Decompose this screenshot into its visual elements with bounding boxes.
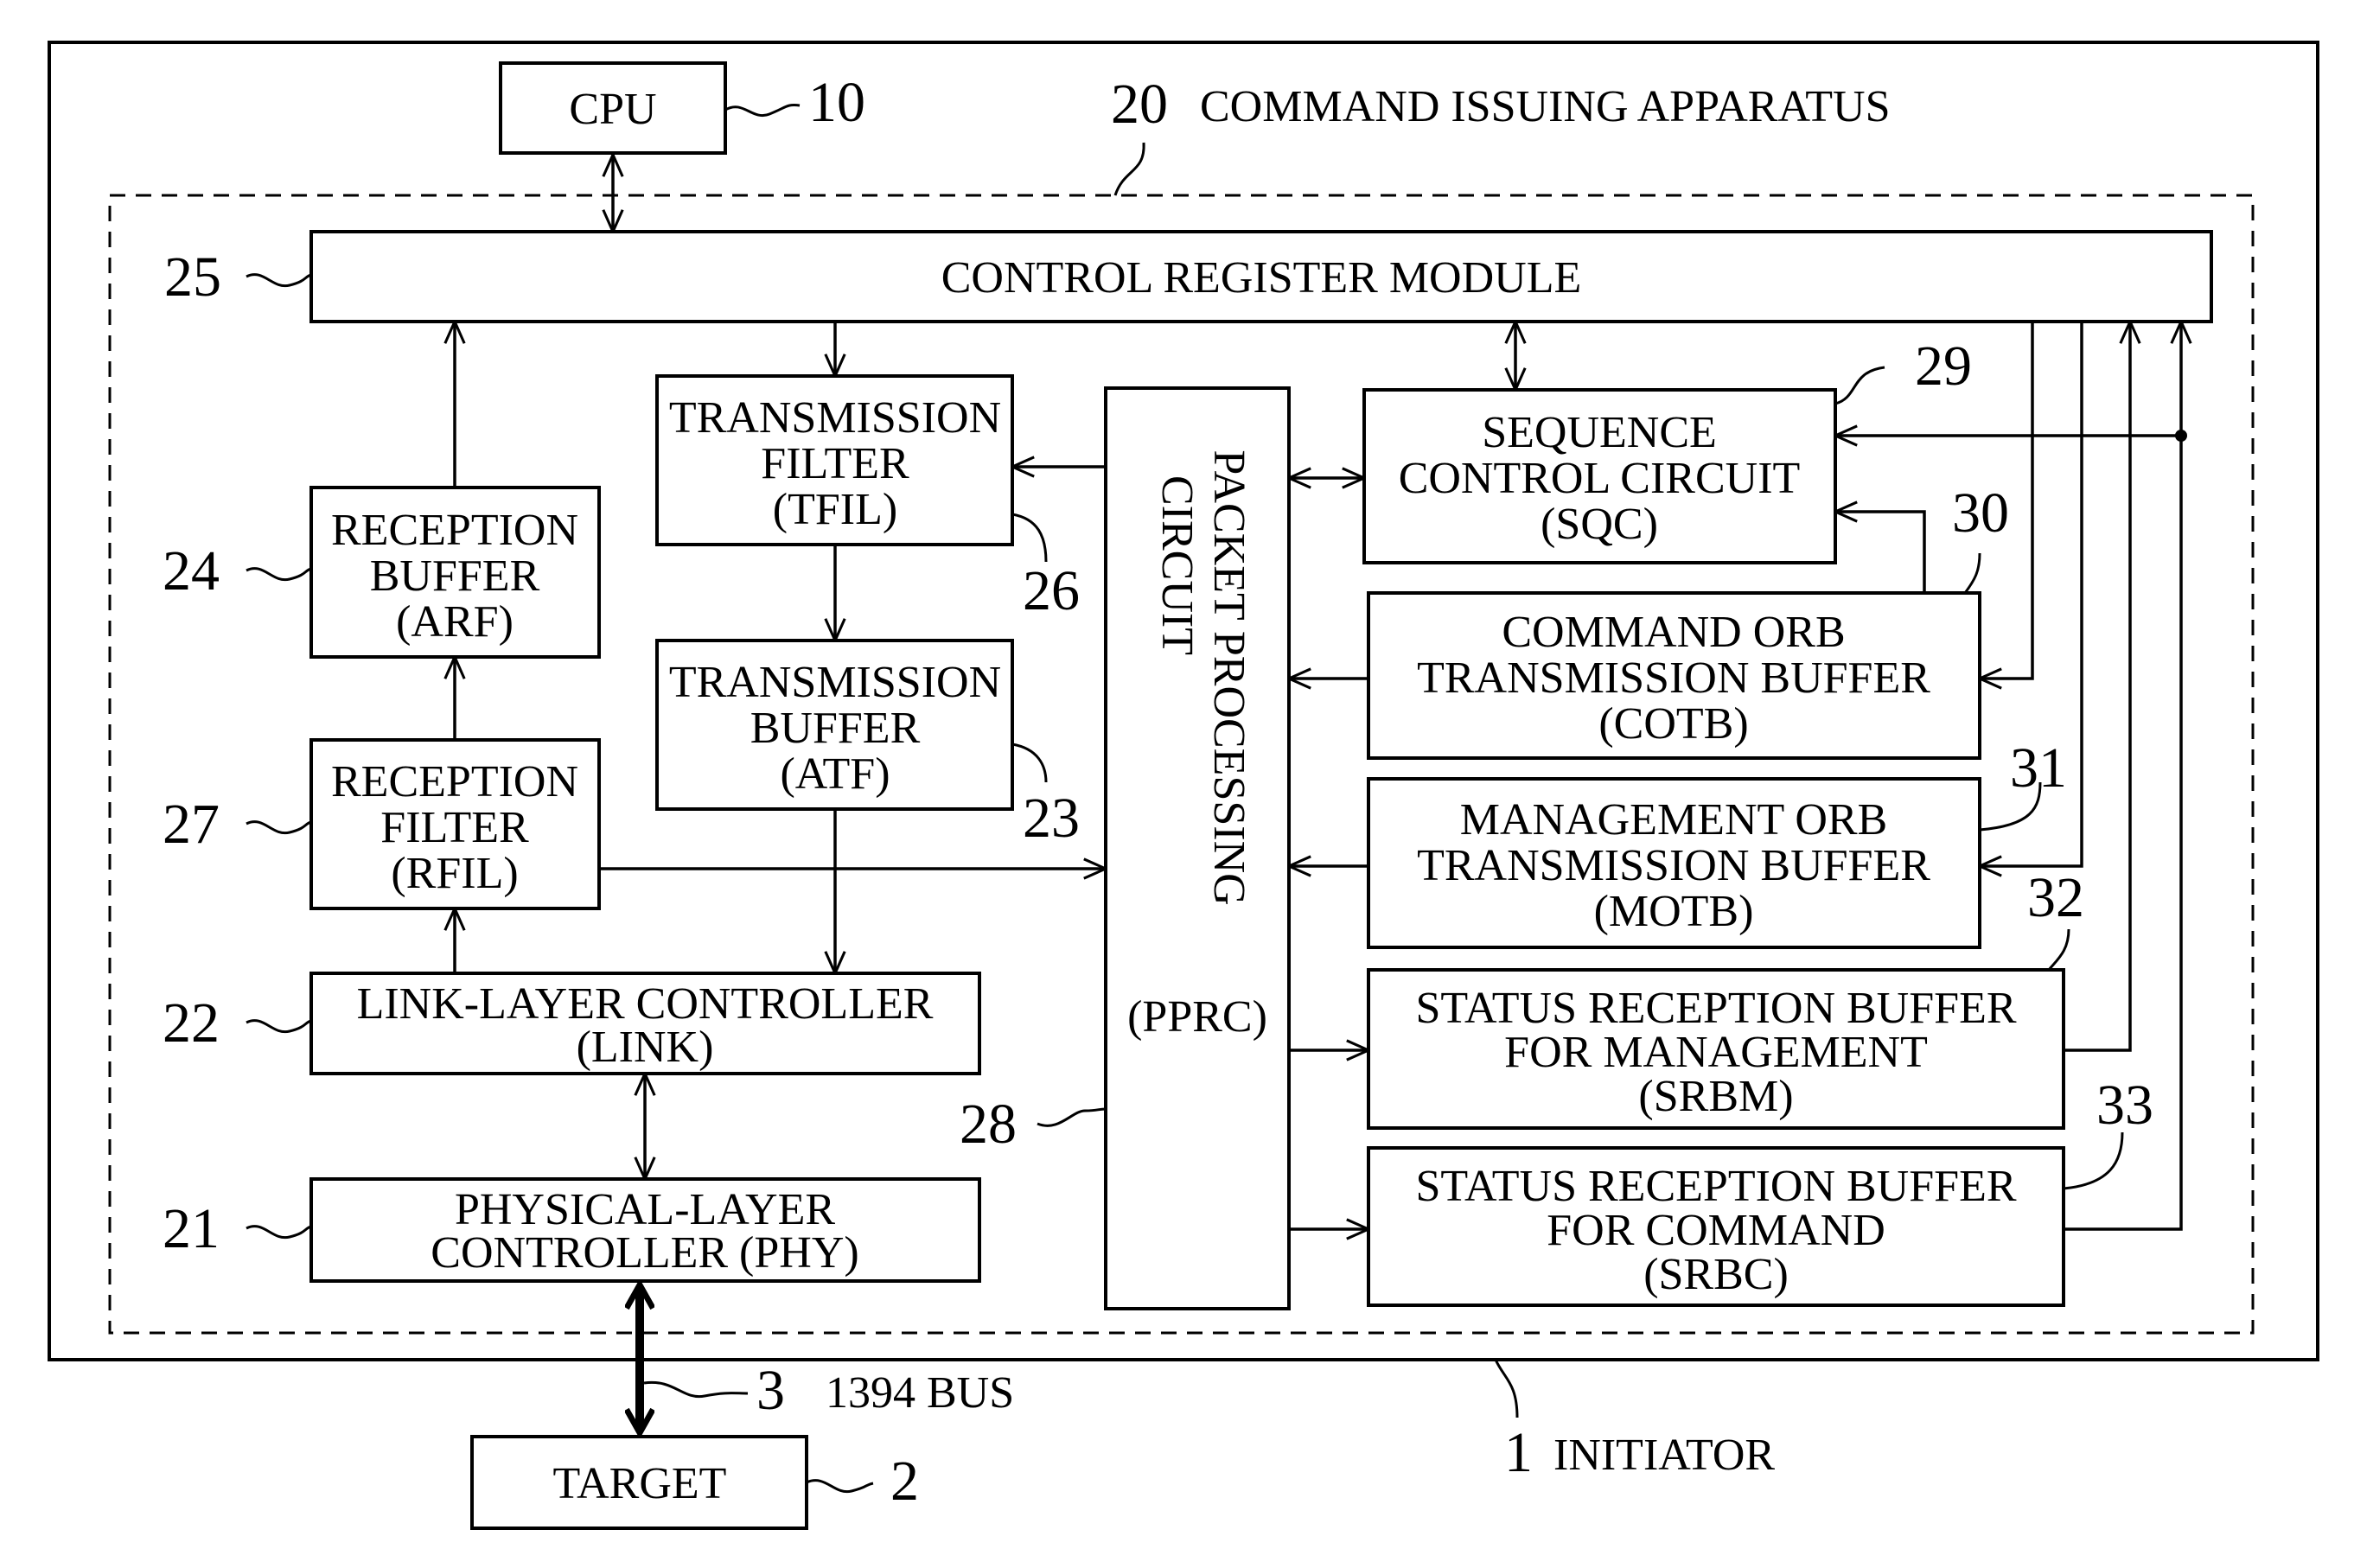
svg-text:TRANSMISSION BUFFER: TRANSMISSION BUFFER <box>1417 653 1930 703</box>
svg-text:TARGET: TARGET <box>553 1459 727 1508</box>
initiator-ref: 1 <box>1504 1421 1533 1484</box>
initiator-label: INITIATOR <box>1553 1431 1775 1480</box>
tfil-block: TRANSMISSION FILTER (TFIL) <box>655 374 1014 546</box>
svg-text:TRANSMISSION: TRANSMISSION <box>669 393 1001 443</box>
phy-ref: 21 <box>163 1197 220 1260</box>
tfil-ref: 26 <box>1023 559 1080 622</box>
svg-text:(MOTB): (MOTB) <box>1594 887 1754 936</box>
srbm-ref: 32 <box>2027 866 2084 929</box>
bus-label: 1394 BUS <box>826 1368 1014 1418</box>
svg-text:PHYSICAL-LAYER: PHYSICAL-LAYER <box>455 1185 835 1234</box>
svg-text:(SRBC): (SRBC) <box>1643 1250 1789 1299</box>
svg-text:(ARF): (ARF) <box>396 597 514 647</box>
cotb-leader <box>1963 552 1981 594</box>
svg-text:MANAGEMENT ORB: MANAGEMENT ORB <box>1460 795 1888 845</box>
crm-ref: 25 <box>164 245 221 309</box>
svg-text:(COTB): (COTB) <box>1598 699 1748 749</box>
srbc-block: STATUS RECEPTION BUFFER FOR COMMAND (SRB… <box>1367 1146 2065 1307</box>
arrow-cotb-to-sqc <box>1835 512 1926 593</box>
svg-text:FOR COMMAND: FOR COMMAND <box>1547 1206 1885 1255</box>
sqc-block: SEQUENCE CONTROL CIRCUIT (SQC) <box>1362 388 1837 564</box>
sqc-ref: 29 <box>1915 335 1972 398</box>
srbc-leader <box>2063 1131 2124 1190</box>
link-leader <box>246 1019 312 1034</box>
apparatus-leader <box>1113 142 1145 196</box>
svg-text:BUFFER: BUFFER <box>370 551 540 601</box>
svg-text:BUFFER: BUFFER <box>750 704 921 753</box>
pprc-leader <box>1037 1107 1107 1127</box>
bus-ref: 3 <box>756 1359 785 1422</box>
svg-text:CONTROL CIRCUIT: CONTROL CIRCUIT <box>1399 454 1801 503</box>
arf-ref: 24 <box>163 539 220 602</box>
arf-block: RECEPTION BUFFER (ARF) <box>309 486 601 659</box>
svg-text:RECEPTION: RECEPTION <box>331 506 578 555</box>
srbm-block: STATUS RECEPTION BUFFER FOR MANAGEMENT (… <box>1367 968 2065 1130</box>
motb-ref: 31 <box>2010 736 2067 800</box>
link-ref: 22 <box>163 991 220 1055</box>
cotb-block: COMMAND ORB TRANSMISSION BUFFER (COTB) <box>1367 591 1981 760</box>
svg-text:CONTROL REGISTER MODULE: CONTROL REGISTER MODULE <box>941 253 1582 303</box>
svg-text:SEQUENCE: SEQUENCE <box>1482 408 1717 457</box>
svg-text:(RFIL): (RFIL) <box>391 849 518 898</box>
cpu-leader <box>724 104 801 118</box>
cpu-block: CPU <box>499 61 727 155</box>
junction-dot <box>2175 430 2187 442</box>
svg-text:(TFIL): (TFIL) <box>773 485 897 534</box>
svg-text:CPU: CPU <box>569 85 656 134</box>
svg-text:(ATF): (ATF) <box>780 749 890 799</box>
svg-text:LINK-LAYER CONTROLLER: LINK-LAYER CONTROLLER <box>357 979 934 1029</box>
svg-text:TRANSMISSION BUFFER: TRANSMISSION BUFFER <box>1417 841 1930 890</box>
tfil-leader <box>1011 513 1048 563</box>
svg-text:TRANSMISSION: TRANSMISSION <box>669 658 1001 707</box>
phy-leader <box>246 1225 312 1240</box>
arf-leader <box>246 567 312 582</box>
target-ref: 2 <box>890 1450 919 1513</box>
svg-text:CIRCUIT: CIRCUIT <box>1152 475 1202 655</box>
svg-text:PACKET PROCESSING: PACKET PROCESSING <box>1204 449 1254 905</box>
svg-text:FILTER: FILTER <box>761 439 909 488</box>
svg-text:FILTER: FILTER <box>380 803 529 852</box>
block-diagram: CPU 10 20 COMMAND ISSUING APPARATUS CONT… <box>48 41 2319 1530</box>
srbm-leader <box>2047 928 2070 971</box>
svg-text:COMMAND ORB: COMMAND ORB <box>1502 608 1845 657</box>
initiator-leader <box>1494 1359 1519 1418</box>
srbc-ref: 33 <box>2096 1074 2153 1137</box>
apparatus-ref: 20 <box>1111 73 1168 136</box>
bus-leader <box>643 1380 749 1399</box>
target-block: TARGET <box>470 1435 808 1530</box>
rfil-block: RECEPTION FILTER (RFIL) <box>309 738 601 910</box>
svg-text:CONTROLLER (PHY): CONTROLLER (PHY) <box>431 1228 858 1278</box>
svg-text:STATUS RECEPTION BUFFER: STATUS RECEPTION BUFFER <box>1415 984 2016 1033</box>
svg-text:(SQC): (SQC) <box>1541 500 1658 549</box>
target-leader <box>806 1479 874 1494</box>
svg-text:RECEPTION: RECEPTION <box>331 757 578 806</box>
cpu-ref: 10 <box>808 71 865 134</box>
cotb-ref: 30 <box>1952 481 2009 545</box>
apparatus-label: COMMAND ISSUING APPARATUS <box>1200 82 1891 131</box>
svg-text:STATUS RECEPTION BUFFER: STATUS RECEPTION BUFFER <box>1415 1162 2016 1211</box>
pprc-block: PACKET PROCESSING CIRCUIT (PPRC) <box>1104 386 1291 1310</box>
svg-text:FOR MANAGEMENT: FOR MANAGEMENT <box>1504 1028 1928 1077</box>
phy-block: PHYSICAL-LAYER CONTROLLER (PHY) <box>309 1177 981 1283</box>
pprc-ref: 28 <box>960 1093 1017 1156</box>
svg-text:(SRBM): (SRBM) <box>1638 1072 1793 1121</box>
svg-text:(PPRC): (PPRC) <box>1127 992 1267 1042</box>
svg-text:(LINK): (LINK) <box>577 1023 714 1072</box>
rfil-ref: 27 <box>163 793 220 856</box>
motb-block: MANAGEMENT ORB TRANSMISSION BUFFER (MOTB… <box>1367 777 1981 949</box>
crm-leader <box>246 273 312 288</box>
wire-srbm-to-crm <box>2064 322 2130 1052</box>
sqc-leader <box>1834 366 1885 405</box>
atf-block: TRANSMISSION BUFFER (ATF) <box>655 639 1014 811</box>
atf-ref: 23 <box>1023 787 1080 850</box>
crm-block: CONTROL REGISTER MODULE <box>309 230 2213 323</box>
link-block: LINK-LAYER CONTROLLER (LINK) <box>309 972 981 1075</box>
rfil-leader <box>246 820 312 835</box>
atf-leader <box>1011 743 1048 783</box>
